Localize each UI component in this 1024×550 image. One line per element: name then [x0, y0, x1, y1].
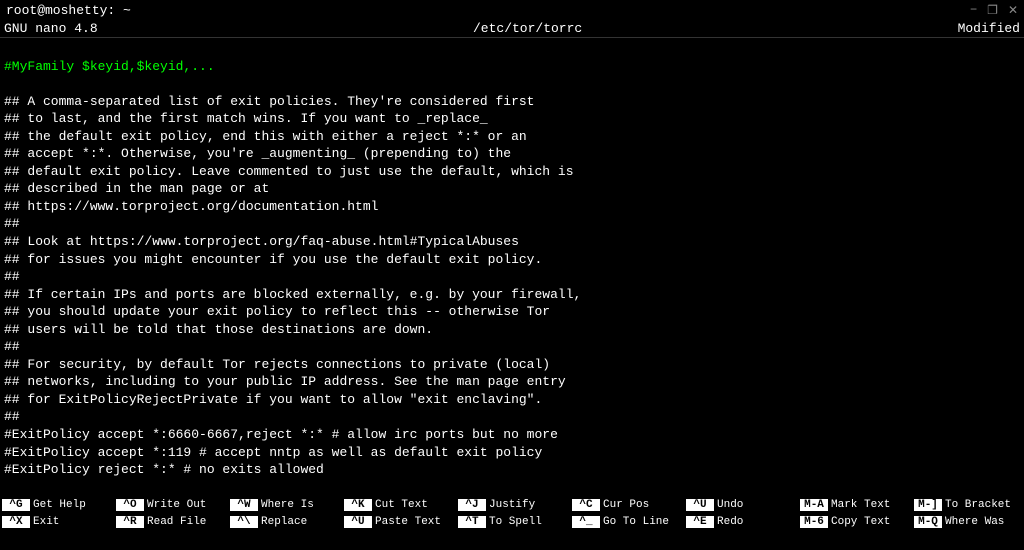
shortcut-mark-text[interactable]: M-A Mark Text [800, 499, 910, 511]
editor-line-18: ## networks, including to your public IP… [4, 374, 566, 389]
shortcut-undo[interactable]: ^U Undo [686, 499, 796, 511]
minimize-button[interactable]: − [970, 3, 977, 18]
shortcut-label-write-out: Write Out [147, 499, 206, 511]
shortcut-key-redo: ^E [686, 516, 714, 528]
window-controls[interactable]: − ❐ ✕ [970, 3, 1018, 18]
shortcut-go-to-line[interactable]: ^_ Go To Line [572, 516, 682, 528]
maximize-button[interactable]: ❐ [987, 3, 998, 18]
editor-line-0: #MyFamily $keyid,$keyid,... [4, 59, 215, 74]
shortcut-to-spell[interactable]: ^T To Spell [458, 516, 568, 528]
shortcut-label-copy-text: Copy Text [831, 516, 890, 528]
shortcut-key-cur-pos: ^C [572, 499, 600, 511]
shortcut-paste-text[interactable]: ^U Paste Text [344, 516, 454, 528]
shortcut-label-undo: Undo [717, 499, 743, 511]
shortcut-label-exit: Exit [33, 516, 59, 528]
shortcut-label-to-spell: To Spell [489, 516, 542, 528]
shortcut-replace[interactable]: ^\ Replace [230, 516, 340, 528]
editor-line-6: ## default exit policy. Leave commented … [4, 164, 574, 179]
editor-line-13: ## If certain IPs and ports are blocked … [4, 287, 581, 302]
shortcut-row-1: ^G Get Help ^O Write Out ^W Where Is ^K … [2, 497, 1022, 513]
shortcut-label-cut-text: Cut Text [375, 499, 428, 511]
editor-line-19: ## for ExitPolicyRejectPrivate if you wa… [4, 392, 542, 407]
shortcut-exit[interactable]: ^X Exit [2, 516, 112, 528]
window-title: root@moshetty: ~ [6, 3, 131, 18]
editor-area[interactable]: #MyFamily $keyid,$keyid,... ## A comma-s… [0, 38, 1024, 494]
shortcut-key-replace: ^\ [230, 516, 258, 528]
editor-line-23: #ExitPolicy reject *:* # no exits allowe… [4, 462, 324, 477]
editor-line-11: ## for issues you might encounter if you… [4, 252, 542, 267]
shortcut-label-mark-text: Mark Text [831, 499, 890, 511]
shortcuts-bar: ^G Get Help ^O Write Out ^W Where Is ^K … [0, 494, 1024, 532]
shortcut-key-mark-text: M-A [800, 499, 828, 511]
shortcut-label-redo: Redo [717, 516, 743, 528]
shortcut-label-where-was: Where Was [945, 516, 1004, 528]
shortcut-key-where-is: ^W [230, 499, 258, 511]
shortcut-cut-text[interactable]: ^K Cut Text [344, 499, 454, 511]
editor-line-9: ## [4, 216, 20, 231]
shortcut-label-get-help: Get Help [33, 499, 86, 511]
close-button[interactable]: ✕ [1008, 3, 1018, 18]
shortcut-key-to-spell: ^T [458, 516, 486, 528]
title-bar-left: root@moshetty: ~ [6, 3, 131, 18]
shortcut-key-get-help: ^G [2, 499, 30, 511]
shortcut-where-was[interactable]: M-Q Where Was [914, 516, 1024, 528]
title-bar: root@moshetty: ~ − ❐ ✕ [0, 0, 1024, 20]
shortcut-label-to-bracket: To Bracket [945, 499, 1011, 511]
shortcut-key-exit: ^X [2, 516, 30, 528]
shortcut-key-justify: ^J [458, 499, 486, 511]
shortcut-key-where-was: M-Q [914, 516, 942, 528]
shortcut-key-copy-text: M-6 [800, 516, 828, 528]
shortcut-key-write-out: ^O [116, 499, 144, 511]
shortcut-justify[interactable]: ^J Justify [458, 499, 568, 511]
shortcut-key-to-bracket: M-] [914, 499, 942, 511]
shortcut-label-where-is: Where Is [261, 499, 314, 511]
editor-line-2: ## A comma-separated list of exit polici… [4, 94, 535, 109]
editor-line-17: ## For security, by default Tor rejects … [4, 357, 550, 372]
shortcut-key-read-file: ^R [116, 516, 144, 528]
shortcut-row-2: ^X Exit ^R Read File ^\ Replace ^U Paste… [2, 514, 1022, 530]
editor-line-3: ## to last, and the first match wins. If… [4, 111, 488, 126]
shortcut-label-replace: Replace [261, 516, 307, 528]
shortcut-read-file[interactable]: ^R Read File [116, 516, 226, 528]
shortcut-get-help[interactable]: ^G Get Help [2, 499, 112, 511]
shortcut-to-bracket[interactable]: M-] To Bracket [914, 499, 1024, 511]
editor-line-12: ## [4, 269, 20, 284]
shortcut-write-out[interactable]: ^O Write Out [116, 499, 226, 511]
editor-line-22: #ExitPolicy accept *:119 # accept nntp a… [4, 445, 542, 460]
shortcut-key-cut-text: ^K [344, 499, 372, 511]
editor-line-8: ## https://www.torproject.org/documentat… [4, 199, 378, 214]
editor-line-20: ## [4, 409, 20, 424]
shortcut-key-undo: ^U [686, 499, 714, 511]
shortcut-label-paste-text: Paste Text [375, 516, 441, 528]
shortcut-key-go-to-line: ^_ [572, 516, 600, 528]
editor-line-16: ## [4, 339, 20, 354]
nano-status: Modified [958, 21, 1020, 36]
shortcut-label-go-to-line: Go To Line [603, 516, 669, 528]
shortcut-key-paste-text: ^U [344, 516, 372, 528]
editor-line-21: #ExitPolicy accept *:6660-6667,reject *:… [4, 427, 558, 442]
shortcut-where-is[interactable]: ^W Where Is [230, 499, 340, 511]
editor-line-15: ## users will be told that those destina… [4, 322, 433, 337]
shortcut-label-cur-pos: Cur Pos [603, 499, 649, 511]
editor-line-4: ## the default exit policy, end this wit… [4, 129, 527, 144]
nano-filepath: /etc/tor/torrc [473, 21, 582, 36]
shortcut-label-justify: Justify [489, 499, 535, 511]
nano-header: GNU nano 4.8 /etc/tor/torrc Modified [0, 20, 1024, 38]
editor-line-5: ## accept *:*. Otherwise, you're _augmen… [4, 146, 511, 161]
shortcut-redo[interactable]: ^E Redo [686, 516, 796, 528]
shortcut-copy-text[interactable]: M-6 Copy Text [800, 516, 910, 528]
nano-version: GNU nano 4.8 [4, 21, 98, 36]
editor-line-7: ## described in the man page or at [4, 181, 269, 196]
shortcut-cur-pos[interactable]: ^C Cur Pos [572, 499, 682, 511]
editor-line-10: ## Look at https://www.torproject.org/fa… [4, 234, 519, 249]
editor-line-14: ## you should update your exit policy to… [4, 304, 550, 319]
shortcut-label-read-file: Read File [147, 516, 206, 528]
